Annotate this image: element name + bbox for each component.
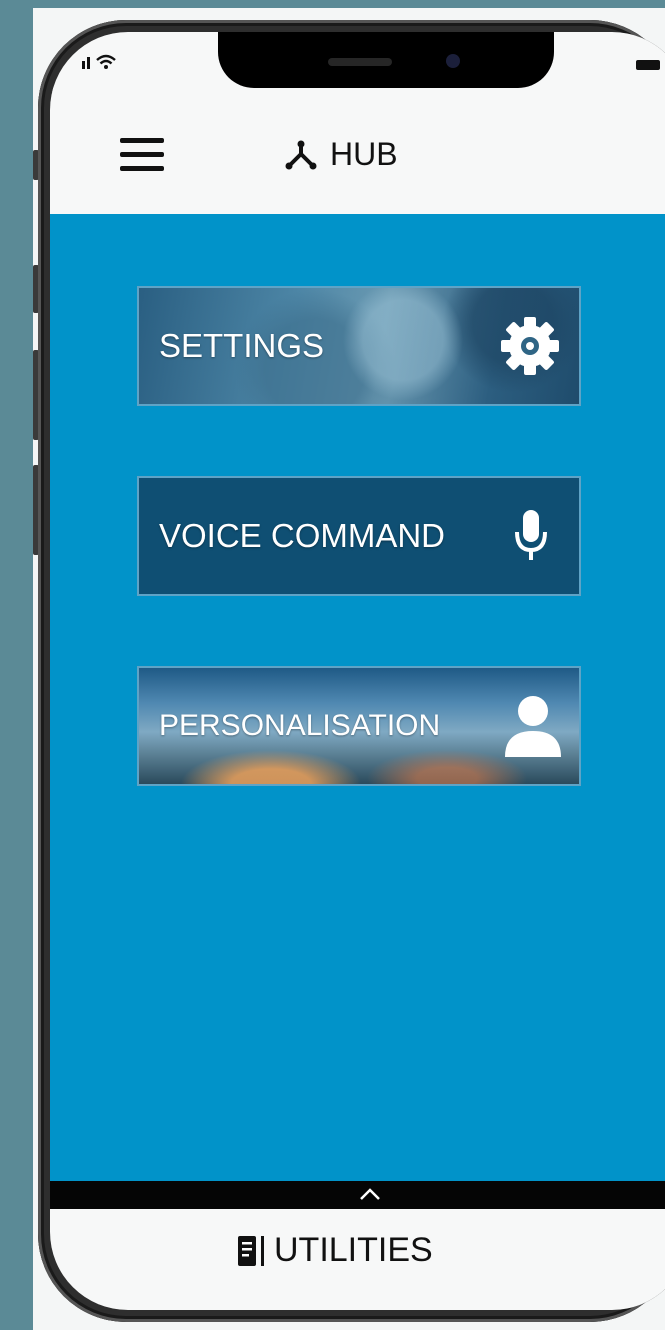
app-header: HUB: [50, 88, 665, 214]
utilities-button[interactable]: UTILITIES: [236, 1231, 433, 1270]
microphone-icon: [515, 510, 547, 560]
voice-command-button[interactable]: VOICE COMMAND: [137, 476, 581, 596]
phone-screen: HUB SETTINGS VOICE COMMAND PERSONALISATI…: [50, 32, 665, 1310]
hub-icon: [285, 140, 317, 169]
gear-icon: [501, 317, 559, 375]
utilities-panel: UTILITIES: [50, 1209, 665, 1310]
page-title: HUB: [284, 136, 398, 173]
chevron-up-icon[interactable]: [358, 1187, 382, 1201]
main-content: SETTINGS VOICE COMMAND PERSONALISATION: [50, 214, 665, 1181]
personalisation-button[interactable]: PERSONALISATION: [137, 666, 581, 786]
user-icon: [505, 696, 561, 757]
page-title-text: HUB: [330, 136, 398, 172]
hamburger-menu-icon[interactable]: [116, 134, 168, 176]
drawer-handle-bar: [50, 1181, 665, 1209]
notch: [218, 32, 554, 88]
document-icon: [238, 1235, 264, 1266]
battery-icon: [636, 60, 660, 70]
stage: HUB SETTINGS VOICE COMMAND PERSONALISATI…: [0, 0, 665, 1330]
personalisation-label: PERSONALISATION: [159, 709, 441, 742]
speaker-grille: [328, 58, 392, 66]
voice-command-label: VOICE COMMAND: [159, 517, 446, 554]
utilities-label: UTILITIES: [274, 1231, 433, 1269]
status-left: [82, 54, 116, 70]
settings-button[interactable]: SETTINGS: [137, 286, 581, 406]
settings-label: SETTINGS: [159, 327, 325, 364]
wifi-icon: [96, 54, 116, 69]
front-camera: [446, 54, 460, 68]
signal-icon: [82, 57, 90, 69]
